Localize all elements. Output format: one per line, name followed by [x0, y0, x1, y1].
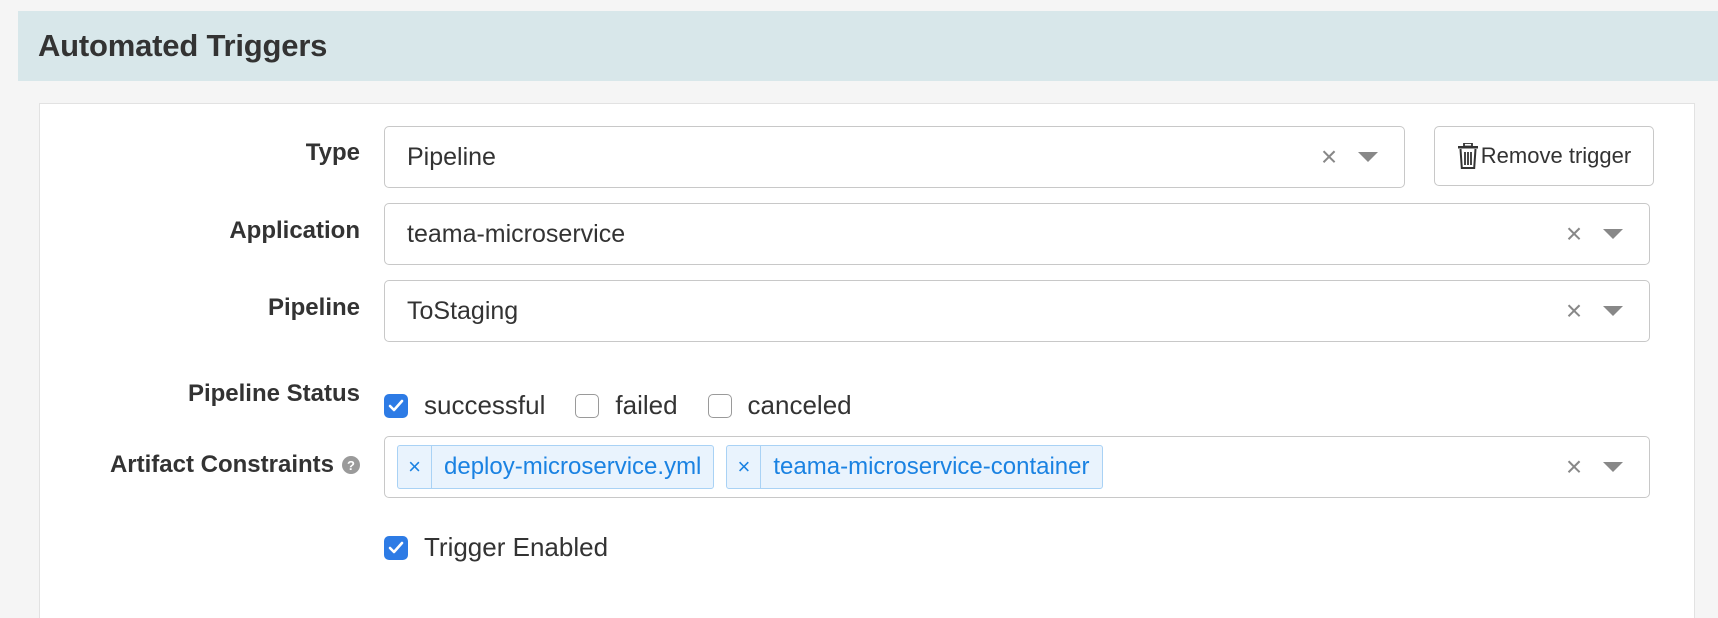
- artifact-tags: × deploy-microservice.yml × teama-micros…: [385, 445, 1559, 489]
- artifact-tag: × teama-microservice-container: [726, 445, 1103, 489]
- failed-checkbox[interactable]: [575, 393, 600, 418]
- application-chevron-down-icon[interactable]: [1603, 229, 1623, 239]
- page: Automated Triggers Type Pipeline × Remov…: [0, 0, 1718, 618]
- section-title: Automated Triggers: [38, 28, 328, 63]
- pipeline-select[interactable]: ToStaging ×: [384, 280, 1650, 342]
- remove-trigger-label: Remove trigger: [1480, 143, 1632, 168]
- pipeline-clear-icon[interactable]: ×: [1559, 297, 1589, 325]
- pipeline-status-label-text: Pipeline Status: [187, 380, 360, 407]
- application-select-value: teama-microservice: [407, 219, 626, 248]
- failed-label[interactable]: failed: [615, 390, 677, 421]
- trash-icon: [1457, 143, 1478, 169]
- section-header: Automated Triggers: [18, 11, 1718, 81]
- type-label-text: Type: [305, 139, 360, 166]
- tag-remove-icon[interactable]: ×: [398, 446, 432, 488]
- successful-checkbox[interactable]: [384, 393, 408, 418]
- remove-trigger-button[interactable]: Remove trigger: [1434, 126, 1654, 186]
- trigger-enabled-label[interactable]: Trigger Enabled: [424, 532, 608, 563]
- type-select[interactable]: Pipeline ×: [384, 126, 1405, 188]
- tag-label: teama-microservice-container: [773, 453, 1090, 480]
- check-icon: [388, 399, 404, 411]
- canceled-label[interactable]: canceled: [748, 390, 852, 421]
- type-chevron-down-icon[interactable]: [1358, 152, 1378, 162]
- pipeline-chevron-down-icon[interactable]: [1603, 306, 1623, 316]
- tag-label: deploy-microservice.yml: [444, 453, 702, 480]
- application-label-text: Application: [229, 217, 360, 244]
- application-select[interactable]: teama-microservice ×: [384, 203, 1650, 265]
- tag-remove-icon[interactable]: ×: [727, 446, 762, 488]
- type-select-value: Pipeline: [407, 142, 496, 171]
- artifact-constraints-label: Artifact Constraints ?: [110, 451, 360, 479]
- artifact-constraints-select[interactable]: × deploy-microservice.yml × teama-micros…: [384, 436, 1650, 498]
- pipeline-label: Pipeline: [268, 294, 360, 322]
- pipeline-status-label: Pipeline Status: [188, 380, 360, 408]
- trigger-enabled-checkbox[interactable]: [384, 535, 408, 560]
- check-icon: [388, 541, 404, 553]
- canceled-checkbox[interactable]: [707, 393, 732, 418]
- pipeline-label-text: Pipeline: [267, 294, 360, 321]
- pipeline-status-options: successful failed canceled: [384, 390, 882, 421]
- artifact-chevron-down-icon[interactable]: [1603, 462, 1623, 472]
- pipeline-select-value: ToStaging: [407, 296, 519, 325]
- type-clear-icon[interactable]: ×: [1314, 143, 1344, 171]
- artifact-constraints-label-text: Artifact Constraints: [109, 451, 334, 478]
- type-label: Type: [306, 139, 360, 167]
- artifact-clear-icon[interactable]: ×: [1559, 453, 1589, 481]
- question-circle-icon[interactable]: ?: [342, 456, 360, 474]
- artifact-tag: × deploy-microservice.yml: [397, 445, 715, 489]
- successful-label[interactable]: successful: [424, 390, 545, 421]
- application-clear-icon[interactable]: ×: [1559, 220, 1589, 248]
- application-label: Application: [229, 217, 360, 245]
- trigger-enabled-row: Trigger Enabled: [384, 532, 638, 563]
